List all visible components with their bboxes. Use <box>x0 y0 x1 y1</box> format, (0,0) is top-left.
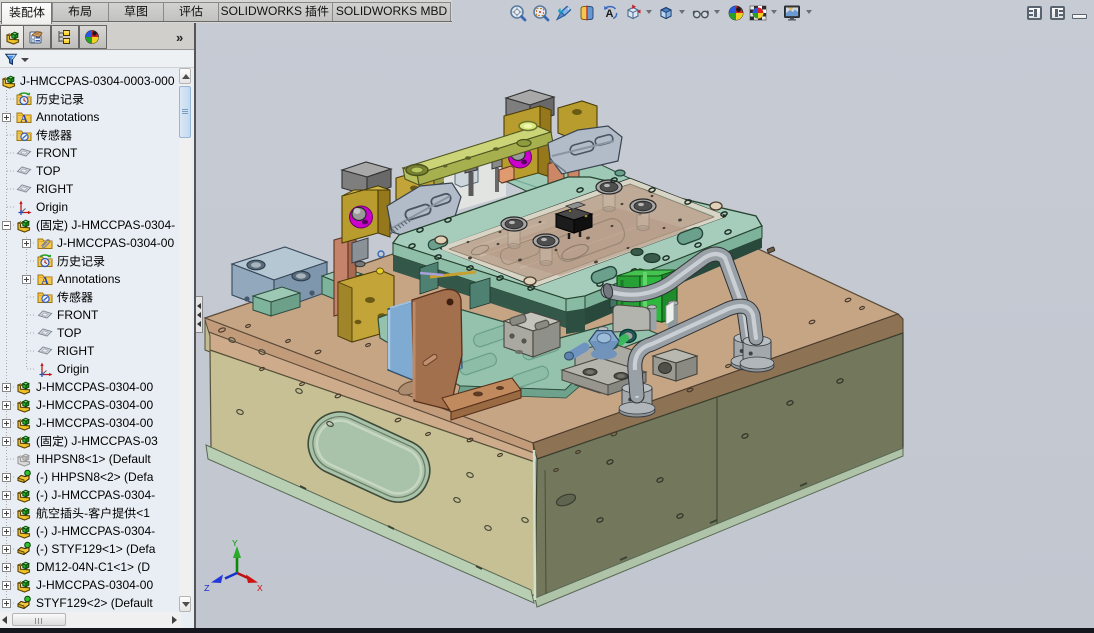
svg-text:Y: Y <box>232 538 238 549</box>
svg-text:A: A <box>20 114 28 125</box>
svg-text:A: A <box>606 8 614 20</box>
svg-text:X: X <box>257 583 263 594</box>
svg-text:A: A <box>41 276 49 287</box>
svg-text:Z: Z <box>204 583 210 594</box>
